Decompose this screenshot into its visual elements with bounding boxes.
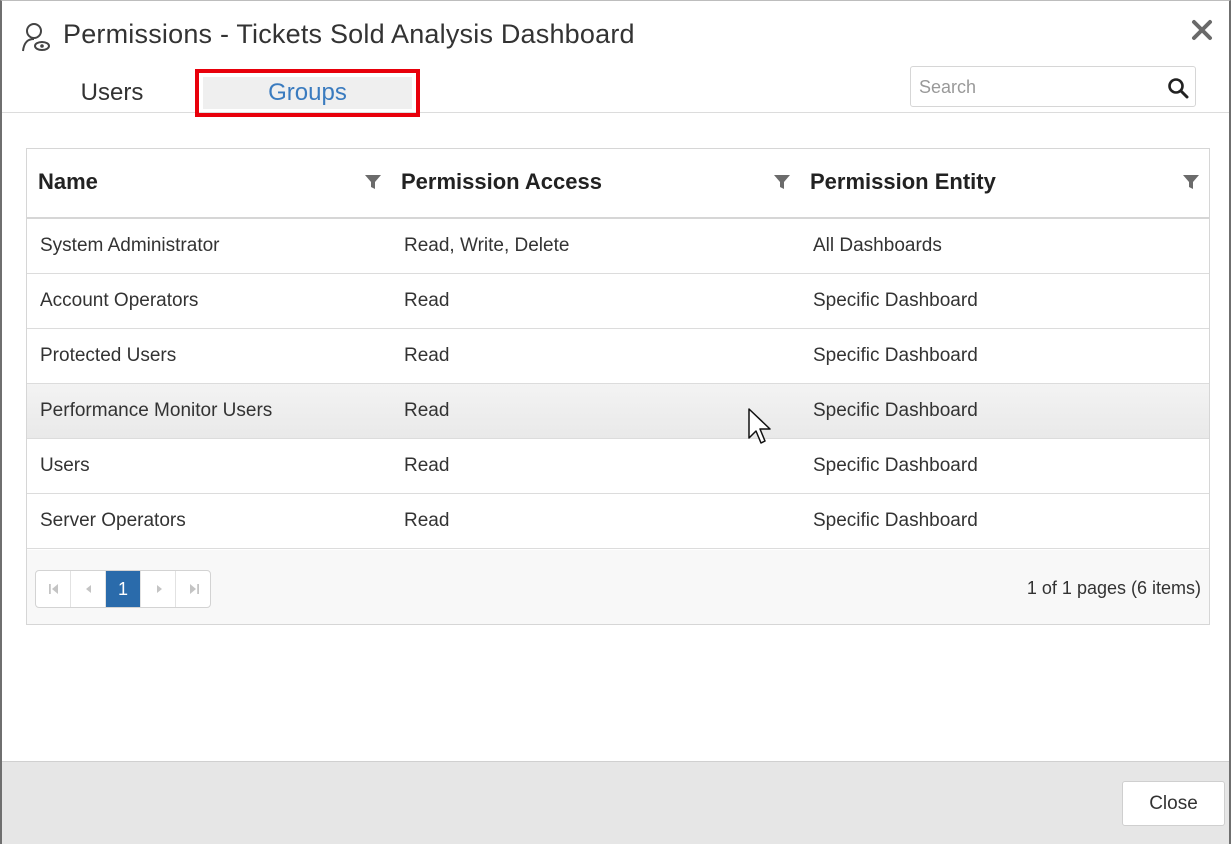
permissions-dialog: Permissions - Tickets Sold Analysis Dash… [0, 0, 1231, 844]
column-header-name[interactable]: Name [38, 149, 98, 217]
tab-groups[interactable]: Groups [195, 69, 420, 117]
prev-page-icon [86, 585, 91, 593]
next-page-button[interactable] [141, 571, 176, 607]
filter-icon[interactable] [773, 173, 791, 191]
cell-name: Server Operators [40, 510, 186, 531]
column-header-permission-entity[interactable]: Permission Entity [810, 149, 996, 217]
search-input[interactable] [919, 72, 1159, 102]
tab-groups-label: Groups [203, 77, 412, 109]
first-page-button[interactable] [36, 571, 71, 607]
cell-access: Read, Write, Delete [404, 235, 570, 256]
cell-name: System Administrator [40, 235, 220, 256]
cell-name: Users [40, 455, 90, 476]
table-row[interactable]: Protected Users Read Specific Dashboard [27, 329, 1209, 384]
filter-icon[interactable] [364, 173, 382, 191]
pager-buttons: 1 [35, 570, 211, 608]
table-row[interactable]: Users Read Specific Dashboard [27, 439, 1209, 494]
cell-entity: All Dashboards [813, 235, 942, 256]
cell-name: Account Operators [40, 290, 199, 311]
table-row-hovered[interactable]: Performance Monitor Users Read Specific … [27, 384, 1209, 439]
cell-entity: Specific Dashboard [813, 455, 978, 476]
filter-icon[interactable] [1182, 173, 1200, 191]
table-row[interactable]: Account Operators Read Specific Dashboar… [27, 274, 1209, 329]
cell-entity: Specific Dashboard [813, 510, 978, 531]
next-page-icon [157, 585, 162, 593]
tab-users-label: Users [80, 79, 144, 106]
search-box [910, 66, 1196, 107]
cell-entity: Specific Dashboard [813, 345, 978, 366]
last-page-button[interactable] [176, 571, 210, 607]
groups-grid: Name Permission Access Permission Entity… [26, 148, 1210, 625]
dialog-footer: Close [2, 761, 1229, 844]
cell-access: Read [404, 400, 450, 421]
dialog-header: Permissions - Tickets Sold Analysis Dash… [2, 1, 1229, 117]
table-row[interactable]: System Administrator Read, Write, Delete… [27, 219, 1209, 274]
page-1-button[interactable]: 1 [106, 571, 141, 607]
mouse-pointer-icon [748, 408, 771, 444]
close-icon[interactable] [1185, 13, 1219, 47]
cell-access: Read [404, 510, 450, 531]
cell-access: Read [404, 290, 450, 311]
table-row[interactable]: Server Operators Read Specific Dashboard [27, 494, 1209, 549]
cell-entity: Specific Dashboard [813, 290, 978, 311]
column-header-permission-access[interactable]: Permission Access [401, 149, 602, 217]
dialog-title: Permissions - Tickets Sold Analysis Dash… [63, 19, 635, 49]
cell-access: Read [404, 455, 450, 476]
cell-access: Read [404, 345, 450, 366]
user-permission-icon [22, 23, 50, 52]
cell-name: Protected Users [40, 345, 177, 366]
grid-header: Name Permission Access Permission Entity [27, 149, 1209, 219]
first-page-icon [49, 584, 58, 594]
search-icon[interactable] [1167, 77, 1189, 99]
close-button[interactable]: Close [1122, 781, 1225, 826]
last-page-icon [190, 584, 199, 594]
cell-name: Performance Monitor Users [40, 400, 273, 421]
cell-entity: Specific Dashboard [813, 400, 978, 421]
tab-users[interactable]: Users [62, 71, 162, 115]
pager-info: 1 of 1 pages (6 items) [1026, 578, 1201, 598]
prev-page-button[interactable] [71, 571, 106, 607]
pager: 1 1 of 1 pages (6 items) [27, 550, 1209, 624]
